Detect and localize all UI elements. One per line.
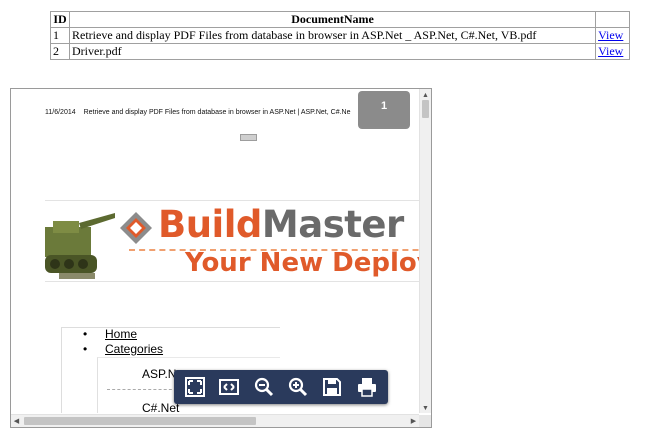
- nav-link-categories[interactable]: Categories: [105, 342, 163, 356]
- view-link[interactable]: View: [598, 44, 623, 58]
- pdf-toolbar: [174, 370, 388, 404]
- zoom-out-icon: [254, 377, 273, 397]
- zoom-out-button[interactable]: [249, 373, 279, 401]
- page-mini-bar: [240, 134, 257, 141]
- id-column-header: ID: [50, 11, 70, 28]
- view-link[interactable]: View: [598, 28, 623, 42]
- row-action-cell: View: [595, 27, 630, 44]
- row-action-cell: View: [595, 43, 630, 60]
- save-icon: [323, 378, 342, 396]
- table-header-row: ID DocumentName: [50, 11, 630, 28]
- pdf-viewer[interactable]: 11/6/2014 Retrieve and display PDF Files…: [10, 88, 432, 428]
- scroll-right-icon[interactable]: ▶: [408, 415, 419, 427]
- vertical-scroll-thumb[interactable]: [422, 100, 429, 118]
- scrollbar-corner: [419, 415, 431, 427]
- row-id: 1: [50, 27, 70, 44]
- buildmaster-banner: BuildMaster Your New Deploy: [45, 200, 419, 282]
- buildmaster-logo-icon: [120, 212, 152, 244]
- fit-width-icon: [219, 379, 240, 395]
- horizontal-scroll-thumb[interactable]: [24, 417, 256, 425]
- table-row: 2 Driver.pdf View: [50, 43, 630, 60]
- fit-width-button[interactable]: [214, 373, 244, 401]
- submenu-separator: [107, 389, 177, 390]
- brand-title-part1: Build: [158, 203, 262, 246]
- horizontal-scrollbar[interactable]: ◀ ▶: [11, 414, 419, 427]
- documents-table: ID DocumentName 1 Retrieve and display P…: [50, 11, 630, 60]
- row-document-name: Retrieve and display PDF Files from data…: [68, 27, 597, 44]
- scroll-left-icon[interactable]: ◀: [11, 415, 22, 427]
- nav-item-categories: Categories: [83, 342, 163, 357]
- row-document-name: Driver.pdf: [68, 43, 597, 60]
- zoom-in-button[interactable]: [283, 373, 313, 401]
- nav-item-home: Home: [83, 327, 163, 342]
- table-row: 1 Retrieve and display PDF Files from da…: [50, 27, 630, 44]
- nav-list: Home Categories: [83, 327, 163, 357]
- fit-page-icon: [185, 377, 206, 397]
- nav-link-home[interactable]: Home: [105, 327, 137, 341]
- print-icon: [357, 378, 376, 397]
- pdf-page[interactable]: 11/6/2014 Retrieve and display PDF Files…: [11, 89, 419, 413]
- vertical-scrollbar[interactable]: ▲ ▼: [419, 89, 431, 413]
- tank-icon: [45, 213, 115, 279]
- print-button[interactable]: [352, 373, 382, 401]
- row-id: 2: [50, 43, 70, 60]
- scroll-down-icon[interactable]: ▼: [420, 402, 431, 413]
- page-header-title: Retrieve and display PDF Files from data…: [83, 109, 351, 116]
- save-button[interactable]: [317, 373, 347, 401]
- fit-page-button[interactable]: [180, 373, 210, 401]
- scroll-up-icon[interactable]: ▲: [420, 89, 431, 100]
- brand-title: BuildMaster: [158, 203, 404, 247]
- zoom-in-icon: [289, 377, 308, 397]
- page-header-date: 11/6/2014: [45, 109, 76, 116]
- page-number-badge: 1: [358, 91, 410, 129]
- action-column-header: [595, 11, 630, 28]
- brand-title-part2: Master: [261, 203, 404, 246]
- document-name-column-header: DocumentName: [68, 11, 597, 28]
- brand-tagline: Your New Deploy: [185, 248, 419, 278]
